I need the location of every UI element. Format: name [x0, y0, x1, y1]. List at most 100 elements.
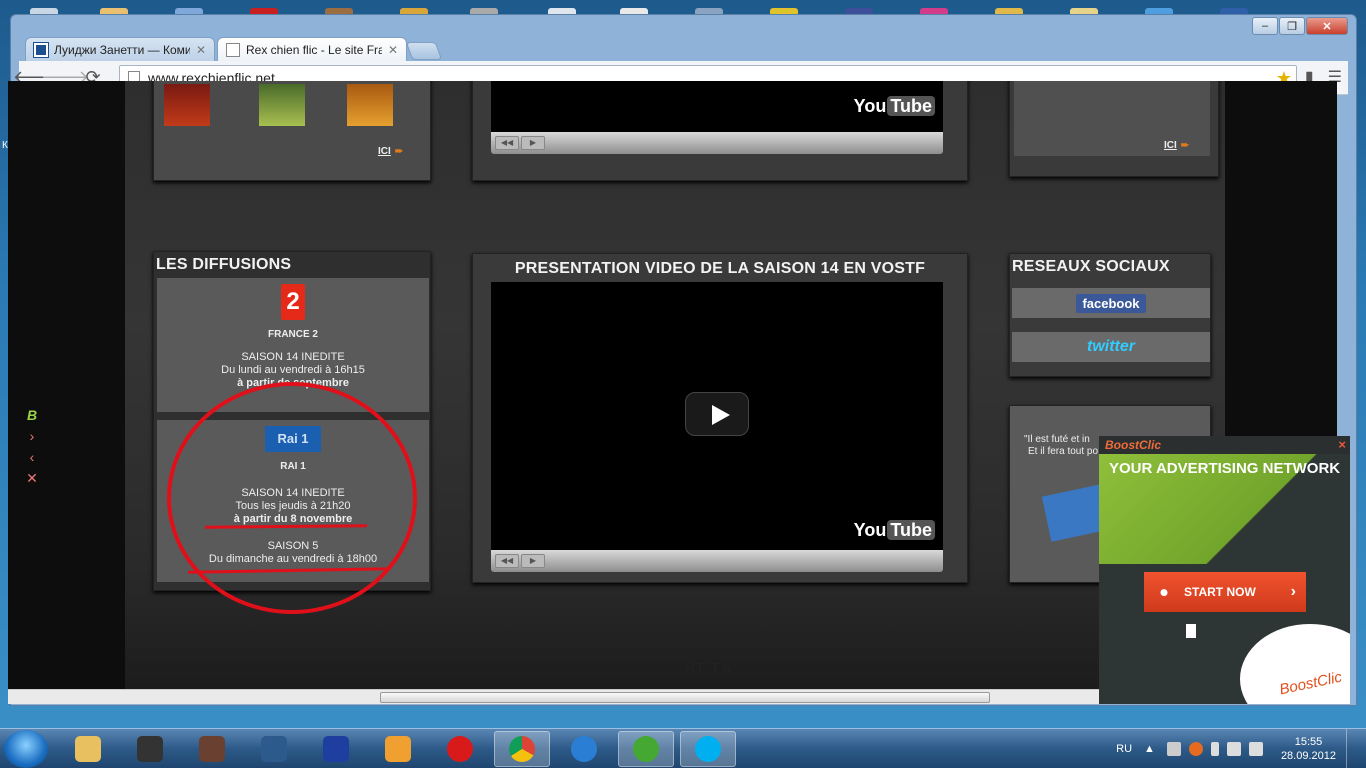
dvd-cover-1[interactable]: [164, 84, 210, 126]
tab-luigi-zanetti[interactable]: Луиджи Занетти — Комиссар Рекс ✕: [25, 37, 215, 61]
lightning-icon: [571, 736, 597, 762]
channel-name: FRANCE 2: [267, 329, 318, 340]
taskbar-skype[interactable]: [680, 731, 736, 767]
taskbar-kmplayer[interactable]: [246, 731, 302, 767]
top-video-panel: You Tube ◀◀ ▶: [472, 81, 968, 181]
ad-close-button[interactable]: ×: [1338, 437, 1346, 452]
top-right-panel: ICI ➨: [1009, 81, 1219, 177]
flag-icon[interactable]: [1248, 742, 1263, 756]
game-icon: [199, 736, 225, 762]
page-favicon-icon: [226, 42, 240, 57]
youtube-logo: You Tube: [853, 520, 935, 541]
chevron-right-icon[interactable]: ›: [22, 428, 42, 449]
window-controls: – ❐ ✕: [1252, 17, 1348, 35]
ad-brand-header: BoostClic: [1099, 436, 1350, 454]
arrow-right-icon: ➨: [394, 146, 404, 157]
boostclic-sidebar: B › ‹ ✕: [22, 407, 42, 491]
game-icon: [137, 736, 163, 762]
play-button[interactable]: ▶: [521, 136, 545, 150]
system-tray: RU ▲ 15:55 28.09.2012: [1116, 729, 1356, 768]
annotation-circle: [167, 382, 417, 614]
tab-close-icon[interactable]: ✕: [196, 43, 206, 57]
scrollbar-thumb[interactable]: [380, 692, 990, 703]
taskbar-media[interactable]: [370, 731, 426, 767]
ad-cta-label: START NOW: [1184, 585, 1256, 599]
video-panel: PRESENTATION VIDEO DE LA SAISON 14 EN VO…: [472, 253, 968, 583]
footer-logo: BETA: [685, 661, 734, 678]
new-tab-button[interactable]: [405, 42, 443, 60]
tab-strip: Луиджи Занетти — Комиссар Рекс ✕ Rex chi…: [25, 37, 443, 61]
tab-title: Луиджи Занетти — Комиссар Рекс: [54, 42, 190, 57]
tab-rex-chien-flic[interactable]: Rex chien flic - Le site Français ✕: [217, 37, 407, 61]
folder-icon: [75, 736, 101, 762]
rewind-button[interactable]: ◀◀: [495, 554, 519, 568]
utorrent-icon: [633, 736, 659, 762]
video-title: PRESENTATION VIDEO DE LA SAISON 14 EN VO…: [514, 260, 926, 277]
boostclic-logo-icon: B: [26, 407, 38, 423]
chevron-right-icon: ›: [1290, 583, 1296, 600]
tab-title: Rex chien flic - Le site Français: [246, 42, 382, 57]
tray-expand-icon[interactable]: ▲: [1144, 743, 1155, 755]
schedule-line: Du lundi au vendredi à 16h15: [221, 364, 365, 376]
minimize-button[interactable]: –: [1252, 17, 1278, 35]
twitter-button[interactable]: twitter: [1012, 332, 1210, 362]
taskbar-opera[interactable]: [432, 731, 488, 767]
youtube-logo: You Tube: [853, 96, 935, 117]
dvd-cover-2[interactable]: [259, 84, 305, 126]
ici-link-right[interactable]: ICI ➨: [1164, 140, 1189, 151]
youtube-player-top[interactable]: You Tube: [491, 81, 943, 132]
facebook-logo: facebook: [1076, 293, 1146, 313]
taskbar-app[interactable]: [184, 731, 240, 767]
schedule-line: SAISON 14 INEDITE: [241, 351, 345, 363]
battery-icon[interactable]: [1210, 742, 1219, 756]
horizontal-scrollbar[interactable]: [8, 689, 1103, 704]
quote-line: Et il fera tout po: [1028, 446, 1099, 457]
kmplayer-icon: [261, 736, 287, 762]
taskbar-explorer[interactable]: [60, 731, 116, 767]
floppy-icon: [323, 736, 349, 762]
close-icon[interactable]: ✕: [22, 470, 42, 491]
tab-close-icon[interactable]: ✕: [388, 43, 398, 57]
close-window-button[interactable]: ✕: [1306, 17, 1348, 35]
arrow-right-icon: ➨: [1180, 140, 1190, 151]
ici-link[interactable]: ICI ➨: [378, 146, 403, 157]
skype-icon: [695, 736, 721, 762]
desktop-icon-label: К: [2, 140, 8, 151]
social-title: RESEAUX SOCIAUX: [1012, 258, 1170, 275]
taskbar-chrome[interactable]: [494, 731, 550, 767]
clock-time: 15:55: [1294, 736, 1323, 748]
taskbar-app[interactable]: [556, 731, 612, 767]
start-button[interactable]: [4, 730, 48, 768]
quote-line: "Il est futé et in: [1024, 434, 1090, 445]
ad-tagline: YOUR ADVERTISING NETWORK: [1109, 460, 1341, 477]
network-icon[interactable]: [1166, 742, 1181, 756]
video-play-button[interactable]: [685, 392, 749, 436]
opera-icon: [447, 736, 473, 762]
ad-start-now-button[interactable]: ⏺ START NOW ›: [1144, 572, 1306, 612]
youtube-player-main[interactable]: You Tube: [491, 282, 943, 550]
dvd-cover-3[interactable]: [347, 84, 393, 126]
social-panel: RESEAUX SOCIAUX facebook twitter: [1009, 253, 1211, 377]
clock[interactable]: 15:55 28.09.2012: [1281, 735, 1336, 763]
taskbar-app[interactable]: [122, 731, 178, 767]
twitter-logo: twitter: [1087, 338, 1135, 355]
chrome-icon: [509, 736, 535, 762]
wikipedia-favicon-icon: [33, 41, 49, 58]
play-button[interactable]: ▶: [521, 554, 545, 568]
rewind-button[interactable]: ◀◀: [495, 136, 519, 150]
france2-logo-icon: 2: [281, 284, 305, 320]
youtube-controls-top: ◀◀ ▶: [491, 132, 943, 154]
chevron-left-icon[interactable]: ‹: [22, 449, 42, 470]
show-desktop-button[interactable]: [1346, 729, 1356, 768]
language-indicator[interactable]: RU: [1116, 743, 1132, 755]
volume-icon[interactable]: [1226, 742, 1241, 756]
boostclic-ad: BoostClic × YOUR ADVERTISING NETWORK ⏺ S…: [1099, 436, 1350, 704]
facebook-button[interactable]: facebook: [1012, 288, 1210, 318]
windows-taskbar: RU ▲ 15:55 28.09.2012: [0, 728, 1366, 768]
diffusions-title: LES DIFFUSIONS: [156, 256, 292, 273]
taskbar-utorrent[interactable]: [618, 731, 674, 767]
taskbar-app[interactable]: [308, 731, 364, 767]
maximize-button[interactable]: ❐: [1279, 17, 1305, 35]
clock-date: 28.09.2012: [1280, 750, 1336, 762]
tray-app-icon[interactable]: [1188, 742, 1203, 756]
